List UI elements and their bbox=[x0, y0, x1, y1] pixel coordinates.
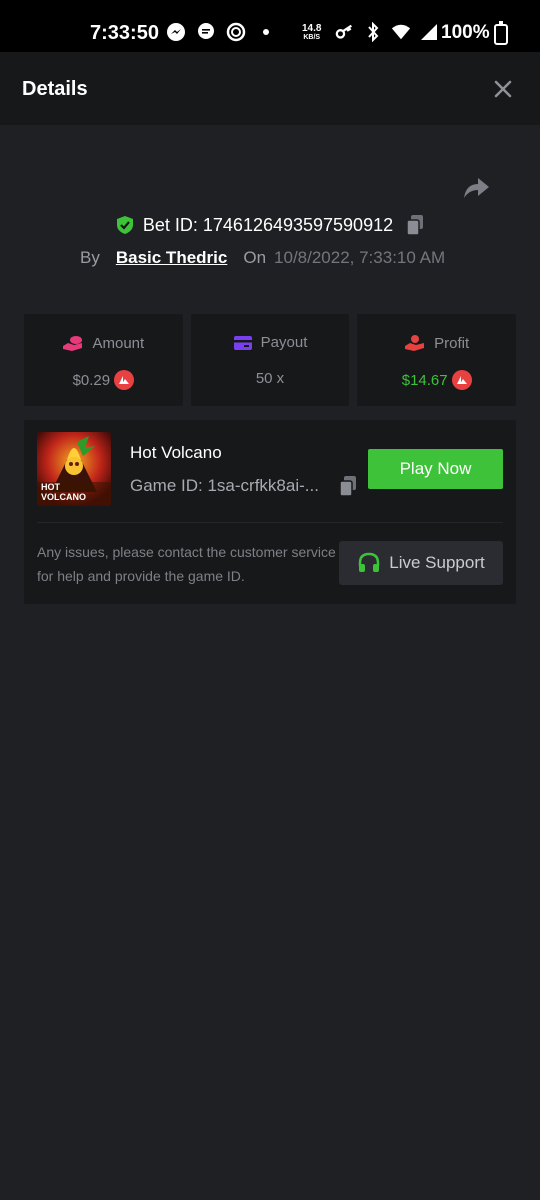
bet-id: Bet ID: 1746126493597590912 bbox=[142, 214, 394, 235]
stat-amount: Amount $0.29 bbox=[24, 314, 183, 406]
help-text: Any issues, please contact the customer … bbox=[37, 544, 336, 584]
on-label: On bbox=[243, 248, 267, 267]
bet-stats: Amount $0.29 Payout 50 x Profit $14.67 bbox=[24, 314, 517, 406]
network-speed: 14.8 KB/S bbox=[302, 24, 321, 42]
bet-meta-row: By Basic Thedric On 10/8/2022, 7:33:10 A… bbox=[80, 248, 445, 268]
copy-bet-id-button[interactable] bbox=[405, 214, 425, 236]
battery-icon bbox=[494, 21, 508, 45]
game-card: HOT VOLCANO Hot Volcano Game ID: 1sa-crf… bbox=[24, 420, 516, 604]
headset-icon bbox=[359, 552, 380, 572]
play-now-button[interactable]: Play Now bbox=[368, 449, 503, 489]
copy-icon bbox=[339, 476, 356, 497]
wifi-icon bbox=[391, 22, 411, 42]
dot-icon bbox=[256, 22, 276, 42]
stat-label: Amount bbox=[92, 334, 145, 352]
speed-value: 14.8 bbox=[302, 23, 322, 34]
copy-icon bbox=[406, 215, 424, 236]
game-id: Game ID: 1sa-crfkk8ai-... bbox=[130, 476, 319, 495]
game-name: Hot Volcano bbox=[130, 443, 222, 462]
speed-unit: KB/S bbox=[303, 34, 321, 41]
notification-icons bbox=[166, 22, 276, 42]
messenger-icon bbox=[166, 22, 186, 42]
close-button[interactable] bbox=[490, 76, 516, 102]
system-icons bbox=[335, 22, 439, 42]
live-support-button[interactable]: Live Support bbox=[339, 541, 503, 585]
bluetooth-icon bbox=[363, 22, 383, 42]
status-time: 7:33:50 bbox=[90, 22, 159, 44]
app-ring-icon bbox=[226, 22, 246, 42]
by-label: By bbox=[80, 248, 100, 267]
cell-signal-icon bbox=[419, 22, 439, 42]
details-header: Details bbox=[0, 52, 540, 125]
stat-label: Profit bbox=[434, 334, 470, 352]
hand-coin-icon bbox=[405, 335, 425, 351]
stat-label: Payout bbox=[260, 334, 308, 351]
close-icon bbox=[494, 80, 512, 98]
share-icon bbox=[464, 178, 489, 198]
coins-hand-icon bbox=[63, 336, 83, 351]
share-button[interactable] bbox=[462, 176, 490, 202]
avax-coin-icon bbox=[451, 370, 472, 390]
divider bbox=[37, 522, 503, 523]
stat-value: 50 x bbox=[255, 370, 285, 387]
user-link[interactable]: Basic Thedric bbox=[116, 248, 228, 268]
page-title: Details bbox=[22, 78, 88, 100]
stat-payout: Payout 50 x bbox=[190, 314, 350, 406]
card-icon bbox=[233, 335, 252, 350]
stat-value: $0.29 bbox=[72, 371, 111, 389]
stat-value: $14.67 bbox=[401, 371, 448, 389]
key-icon bbox=[335, 22, 355, 42]
live-support-label: Live Support bbox=[389, 553, 485, 572]
game-logo-text: HOT VOLCANO bbox=[41, 482, 86, 502]
bet-date: 10/8/2022, 7:33:10 AM bbox=[274, 248, 446, 267]
shield-check-icon bbox=[116, 216, 133, 234]
bet-id-row: Bet ID: 1746126493597590912 bbox=[0, 214, 540, 236]
copy-game-id-button[interactable] bbox=[338, 475, 358, 497]
status-bar: 7:33:50 14.8 KB/S 100% bbox=[0, 0, 540, 52]
avax-coin-icon bbox=[114, 370, 135, 390]
game-id-row: Game ID: 1sa-crfkk8ai-... bbox=[130, 475, 358, 497]
stat-profit: Profit $14.67 bbox=[357, 314, 517, 406]
game-thumbnail[interactable]: HOT VOLCANO bbox=[37, 432, 111, 506]
battery-percent: 100% bbox=[441, 22, 490, 43]
chat-icon bbox=[196, 22, 216, 42]
